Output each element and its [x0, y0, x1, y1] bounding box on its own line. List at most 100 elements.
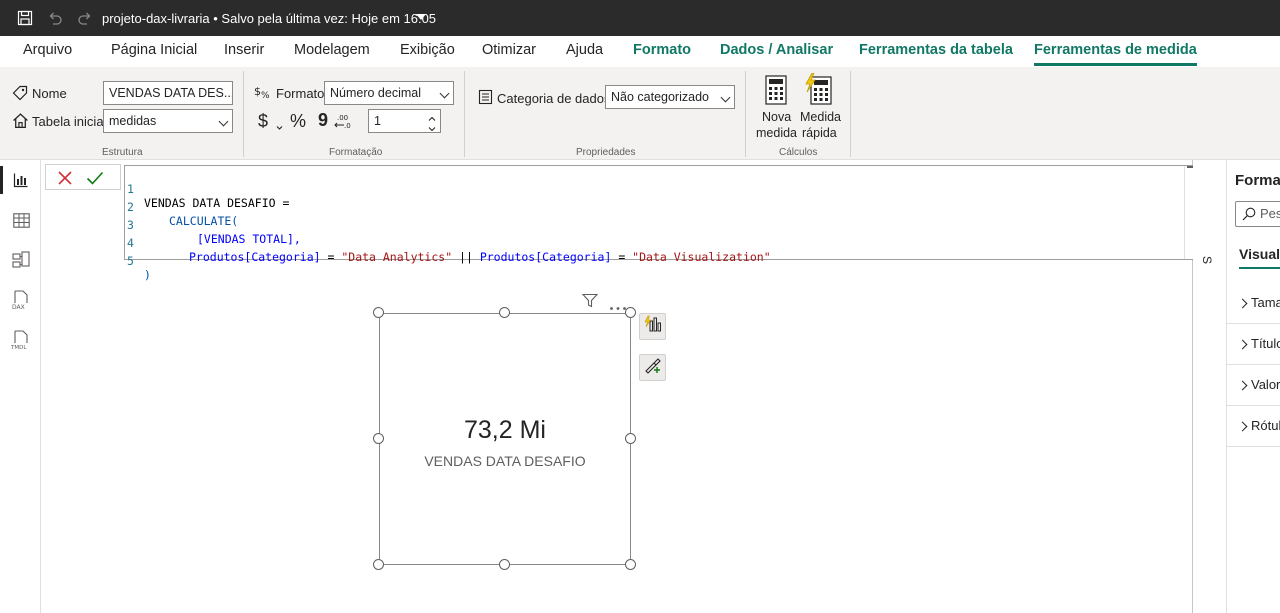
tab-inserir[interactable]: Inserir — [224, 42, 264, 66]
code-token: "Data Visualization" — [632, 250, 771, 264]
search-icon — [1242, 207, 1256, 224]
visual-type-icon — [644, 315, 662, 338]
save-icon[interactable] — [16, 9, 34, 27]
chevron-down-icon — [720, 92, 731, 103]
resize-handle[interactable] — [373, 559, 384, 570]
tab-dados-analisar[interactable]: Dados / Analisar — [720, 42, 833, 66]
search-input[interactable]: Pes — [1235, 201, 1280, 227]
tab-pagina-inicial[interactable]: Página Inicial — [111, 42, 197, 66]
decimal-places-stepper[interactable]: 1 — [368, 109, 441, 133]
tab-modelagem[interactable]: Modelagem — [294, 42, 370, 66]
comma-style-button[interactable]: 9 — [318, 110, 328, 131]
name-input[interactable]: VENDAS DATA DES... — [103, 81, 233, 105]
name-label: Nome — [32, 86, 67, 101]
code-line: 2 CALCULATE( — [125, 186, 238, 228]
new-measure-label-1: Nova — [762, 110, 792, 124]
tab-ferramentas-tabela[interactable]: Ferramentas da tabela — [859, 42, 1013, 66]
section-label: Tamar — [1251, 295, 1280, 310]
filters-pane-collapsed[interactable]: S — [1193, 160, 1226, 613]
check-icon[interactable] — [86, 170, 104, 191]
tag-icon — [12, 85, 28, 106]
tmdl-icon[interactable]: TMDL — [10, 329, 32, 351]
section-label: Rótul — [1251, 418, 1280, 433]
code-token: Produtos — [189, 250, 245, 264]
tab-exibicao[interactable]: Exibição — [400, 42, 455, 66]
chevron-right-icon — [1237, 380, 1248, 391]
quick-measure-label-2: rápida — [802, 126, 837, 140]
svg-text:.00: .00 — [337, 114, 348, 122]
format-value: Número decimal — [330, 86, 422, 100]
code-line: 4 Produtos[Categoria] = "Data Analytics"… — [125, 222, 771, 264]
chevron-right-icon — [1237, 298, 1248, 309]
resize-handle[interactable] — [625, 307, 636, 318]
tab-ferramentas-medida[interactable]: Ferramentas de medida — [1034, 42, 1197, 66]
dax-formula-editor[interactable]: 1 VENDAS DATA DESAFIO = 2 CALCULATE( 3 [… — [124, 165, 1221, 282]
quick-measure-icon — [804, 72, 832, 110]
code-token: = — [320, 250, 342, 264]
group-separator — [850, 71, 851, 157]
title-dropdown-icon[interactable] — [416, 14, 426, 20]
formula-commit-bar — [45, 164, 121, 190]
group-calculos: Cálculos — [779, 147, 818, 158]
code-text: VENDAS DATA DESAFIO = — [144, 196, 290, 210]
currency-button[interactable]: $ — [258, 111, 268, 132]
decrease-decimal-icon[interactable]: .00.0 — [333, 112, 351, 135]
tab-formato[interactable]: Formato — [633, 42, 691, 66]
data-category-value: Não categorizado — [611, 90, 709, 104]
tab-arquivo[interactable]: Arquivo — [23, 42, 72, 66]
currency-dropdown-icon[interactable] — [276, 118, 283, 136]
dax-query-icon[interactable]: DAX — [10, 289, 32, 311]
code-text: ) — [144, 268, 151, 282]
section-label: Valor — [1251, 377, 1280, 392]
section-label-group[interactable]: Rótul — [1227, 406, 1280, 447]
section-value[interactable]: Valor — [1227, 365, 1280, 406]
undo-icon[interactable] — [46, 9, 64, 27]
x-icon[interactable] — [57, 170, 73, 191]
resize-handle[interactable] — [373, 307, 384, 318]
format-select[interactable]: Número decimal — [324, 81, 454, 105]
code-token: "Data Analytics" — [341, 250, 453, 264]
visual-type-button[interactable] — [639, 313, 666, 340]
code-token: Produtos — [479, 250, 536, 264]
chevron-down-icon[interactable] — [428, 122, 436, 132]
new-measure-button[interactable]: Nova medida — [754, 73, 798, 145]
filter-icon[interactable] — [581, 293, 599, 313]
document-title: projeto-dax-livraria • Salvo pela última… — [102, 11, 437, 26]
format-icon: $% — [254, 83, 272, 106]
pane-title: Forma — [1235, 172, 1280, 189]
quick-measure-button[interactable]: Medida rápida — [798, 72, 842, 145]
chevron-down-icon — [439, 88, 450, 99]
tab-visual[interactable]: Visual — [1239, 246, 1280, 269]
data-category-icon — [478, 89, 493, 110]
paintbrush-icon — [644, 356, 662, 379]
home-table-select[interactable]: medidas — [103, 109, 233, 133]
code-token: = — [611, 250, 633, 264]
model-view-icon[interactable] — [10, 249, 32, 271]
card-value: 73,2 Mi — [464, 416, 546, 444]
report-view-icon[interactable] — [10, 169, 32, 191]
percent-button[interactable]: % — [290, 111, 306, 132]
svg-text:DAX: DAX — [12, 304, 25, 310]
resize-handle[interactable] — [625, 559, 636, 570]
data-category-select[interactable]: Não categorizado — [605, 85, 735, 109]
tab-ajuda[interactable]: Ajuda — [566, 42, 603, 66]
ribbon-tabs: Arquivo Página Inicial Inserir Modelagem… — [0, 36, 1280, 67]
svg-text:%: % — [261, 91, 270, 101]
home-icon — [12, 112, 29, 134]
format-visual-button[interactable] — [639, 354, 666, 381]
home-table-label: Tabela inicial — [32, 114, 107, 129]
redo-icon[interactable] — [76, 9, 94, 27]
section-title[interactable]: Título — [1227, 324, 1280, 365]
section-size[interactable]: Tamar — [1227, 283, 1280, 324]
format-pane: Forma Pes Visual Tamar Título Valor Rótu… — [1226, 160, 1280, 613]
decimal-places-value: 1 — [374, 114, 381, 128]
tab-otimizar[interactable]: Otimizar — [482, 42, 536, 66]
group-separator — [464, 71, 465, 157]
table-view-icon[interactable] — [10, 209, 32, 231]
resize-handle[interactable] — [499, 307, 510, 318]
chevron-down-icon — [218, 116, 229, 127]
chevron-right-icon — [1237, 339, 1248, 350]
title-bar: projeto-dax-livraria • Salvo pela última… — [0, 0, 1280, 36]
view-switcher: DAX TMDL — [0, 160, 41, 613]
resize-handle[interactable] — [499, 559, 510, 570]
